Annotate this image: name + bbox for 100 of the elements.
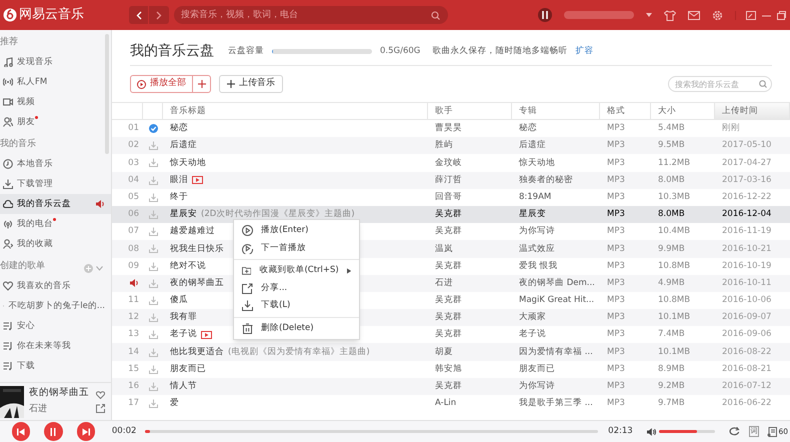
singer-cell-text: 吴克群 <box>434 380 463 394</box>
album-cell-text: 温式效应 <box>518 242 556 256</box>
song-title: 老子说 <box>170 328 197 342</box>
song-title: 惊天动地 <box>170 156 206 170</box>
upload-time-cell-text: 2016-06-22 <box>721 397 772 410</box>
upload-time-cell-text: 2017-05-10 <box>721 139 772 152</box>
capacity-text: 0.5G/60G <box>380 45 420 58</box>
singer-cell-text: 吴克群 <box>434 328 463 342</box>
album-cell-text: 因为爱情有幸福 ... <box>518 346 594 359</box>
singer-cell-text: 温岚 <box>434 242 454 256</box>
size-cell-text: 9.5MB <box>657 139 686 152</box>
row-number: 04 <box>128 174 139 187</box>
upload-time-cell-text: 2016-07-12 <box>721 380 772 394</box>
elapsed-time: 00:02 <box>112 425 136 438</box>
song-subtitle: (2D次时代动作国漫《星辰变》主题曲) <box>201 208 355 221</box>
row-number: 09 <box>128 260 139 272</box>
format-cell-text: MP3 <box>606 260 626 273</box>
album-cell-text: 老子说 <box>518 328 547 342</box>
upload-time-cell-text: 刚刚 <box>721 122 741 136</box>
upload-time-cell-text: 2017-04-27 <box>721 156 772 170</box>
size-cell-text: 9.7MB <box>657 397 686 410</box>
album-cell-text: 爱我 恨我 <box>518 260 559 273</box>
format-cell-text: MP3 <box>606 362 626 376</box>
row-number: 01 <box>128 122 139 135</box>
upload-time-cell-text: 2016-11-19 <box>721 225 772 238</box>
singer-cell-text: 胜屿 <box>434 139 454 152</box>
format-cell-text: MP3 <box>606 276 626 290</box>
singer-cell-text: 胡夏 <box>434 346 454 359</box>
row-number: 11 <box>128 294 139 307</box>
song-title: 傻瓜 <box>170 294 188 307</box>
row-number: 05 <box>128 190 139 204</box>
row-number: 16 <box>128 380 139 393</box>
row-number: 12 <box>128 311 139 324</box>
size-cell-text: 4.9MB <box>657 276 686 290</box>
size-cell-text: 10.3MB <box>657 190 692 204</box>
upload-time-cell-text: 2016-08-22 <box>721 346 772 359</box>
song-title: 夜的钢琴曲五 <box>170 276 224 290</box>
format-cell-text: MP3 <box>606 139 626 152</box>
singer-cell-text: 吴克群 <box>434 260 463 273</box>
singer-cell-text: 韩安旭 <box>434 362 463 376</box>
size-cell-text: 10.4MB <box>657 225 692 238</box>
row-number: 14 <box>128 346 139 358</box>
upload-time-cell-text: 2016-10-06 <box>721 294 772 308</box>
song-subtitle: (电视剧《因为爱情有幸福》主题曲) <box>228 346 370 358</box>
format-cell-text: MP3 <box>606 190 626 204</box>
album-cell-text: 星辰变 <box>518 208 547 222</box>
song-title: 爱 <box>170 397 179 410</box>
singer-cell-text: 曹昊昊 <box>434 122 463 136</box>
singer-cell-text: A-Lin <box>434 397 458 410</box>
album-cell-text: 8:19AM <box>518 190 552 204</box>
track-artist: 石进 <box>29 403 48 416</box>
format-cell-text: MP3 <box>606 397 626 410</box>
song-title: 眼泪 <box>170 174 188 187</box>
singer-cell-text: 吴克群 <box>434 225 463 238</box>
song-title: 绝对不说 <box>170 260 206 272</box>
album-cell-text: 惊天动地 <box>518 156 556 170</box>
format-cell-text: MP3 <box>606 156 626 170</box>
size-cell-text: 7.4MB <box>657 328 686 342</box>
upload-time-cell-text: 2016-09-06 <box>721 328 772 342</box>
row-number: 06 <box>128 208 139 221</box>
capacity-label: 云盘容量 <box>228 45 264 58</box>
album-cell-text: MagiK Great Hit... <box>518 294 596 308</box>
format-cell-text: MP3 <box>606 346 626 359</box>
app-logo: 网易云音乐 <box>19 6 84 24</box>
row-number: 17 <box>128 397 139 410</box>
song-title: 情人节 <box>170 380 197 393</box>
singer-cell-text: 回音哥 <box>434 190 463 204</box>
format-cell-text: MP3 <box>606 311 626 324</box>
singer-cell-text: 金玟岐 <box>434 156 463 170</box>
format-cell-text: MP3 <box>606 242 626 256</box>
format-cell-text: MP3 <box>606 208 626 222</box>
singer-cell-text: 石进 <box>434 276 454 290</box>
album-cell-text: 朋友而已 <box>518 362 556 376</box>
size-cell-text: 8.0MB <box>657 174 686 187</box>
duration-time: 02:13 <box>608 425 633 438</box>
upload-time-cell-text: 2016-10-21 <box>721 242 772 256</box>
song-title: 祝我生日快乐 <box>170 242 224 256</box>
singer-cell-text: 薛汀哲 <box>434 174 463 187</box>
size-cell-text: 9.9MB <box>657 242 686 256</box>
row-number: 08 <box>128 242 139 256</box>
song-title: 越爱越难过 <box>170 225 215 238</box>
upload-time-cell-text: 2016-08-21 <box>721 362 772 376</box>
section-heading: 我的音乐 <box>0 138 36 150</box>
song-title: 朋友而已 <box>170 362 206 376</box>
size-cell-text: 8.9MB <box>657 362 686 376</box>
song-title: 后遗症 <box>170 139 197 152</box>
song-title: 星辰安 <box>170 208 197 221</box>
album-cell-text: 后遗症 <box>518 139 547 152</box>
format-cell-text: MP3 <box>606 294 626 308</box>
singer-cell-text: 吴克群 <box>434 311 463 324</box>
size-cell-text: 10.1MB <box>657 346 692 359</box>
track-title: 夜的钢琴曲五 <box>29 386 89 400</box>
format-cell-text: MP3 <box>606 225 626 238</box>
format-cell-text: MP3 <box>606 174 626 187</box>
album-cell-text: 秘恋 <box>518 122 538 136</box>
song-title: 我有罪 <box>170 311 197 324</box>
size-cell-text: 10.8MB <box>657 260 692 273</box>
song-title: 秘恋 <box>170 122 188 135</box>
size-cell-text: 8.0MB <box>657 208 686 222</box>
format-cell-text: MP3 <box>606 380 626 394</box>
